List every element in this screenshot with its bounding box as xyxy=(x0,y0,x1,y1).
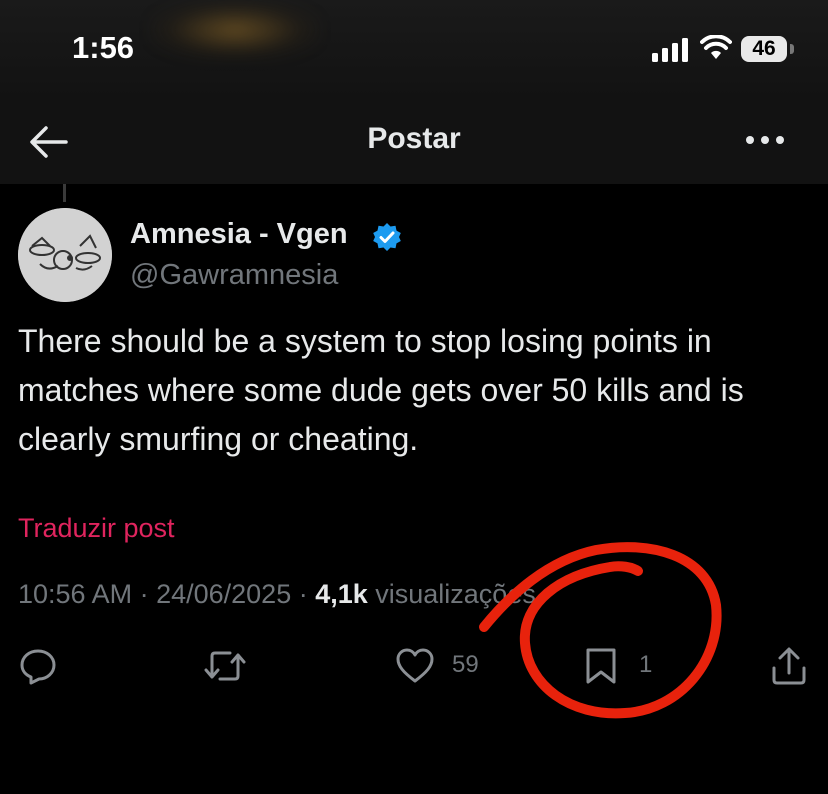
share-button[interactable] xyxy=(768,646,810,686)
avatar-drawing-icon xyxy=(18,208,112,302)
post-text: There should be a system to stop losing … xyxy=(18,323,744,457)
wifi-icon xyxy=(700,35,732,59)
avatar[interactable] xyxy=(18,208,112,302)
thread-line xyxy=(63,184,66,202)
author-handle[interactable]: @Gawramnesia xyxy=(130,259,338,292)
more-options-icon[interactable] xyxy=(744,130,786,150)
reply-button[interactable] xyxy=(18,646,58,686)
views-label: visualizações xyxy=(367,579,536,609)
page-title: Postar xyxy=(367,122,461,155)
share-icon xyxy=(772,647,806,685)
translate-post-link[interactable]: Traduzir post xyxy=(18,513,175,544)
status-bar: 1:56 46 xyxy=(0,0,828,100)
views-count[interactable]: 4,1k xyxy=(315,579,368,609)
heart-icon xyxy=(396,648,434,683)
author-display-name[interactable]: Amnesia - Vgen xyxy=(130,218,348,251)
battery-indicator: 46 xyxy=(741,36,787,62)
like-button[interactable] xyxy=(395,646,435,686)
status-time: 1:56 xyxy=(72,30,135,65)
red-circle-annotation xyxy=(479,542,722,719)
signal-icon xyxy=(652,38,688,62)
bookmark-count: 1 xyxy=(639,651,653,678)
reply-icon xyxy=(20,649,56,685)
bookmark-button[interactable] xyxy=(584,646,618,686)
bookmark-icon xyxy=(586,648,616,684)
post-metadata: 10:56 AM · 24/06/2025 · 4,1k visualizaçõ… xyxy=(18,579,536,610)
post-timestamp: 10:56 AM · 24/06/2025 · xyxy=(18,579,316,609)
blurred-background xyxy=(150,0,320,60)
verified-badge-icon xyxy=(373,223,401,251)
battery-nub xyxy=(790,44,794,54)
like-count: 59 xyxy=(452,651,479,678)
repost-button[interactable] xyxy=(202,646,248,686)
repost-icon xyxy=(204,651,246,681)
top-navigation-bar: Postar xyxy=(0,100,828,184)
